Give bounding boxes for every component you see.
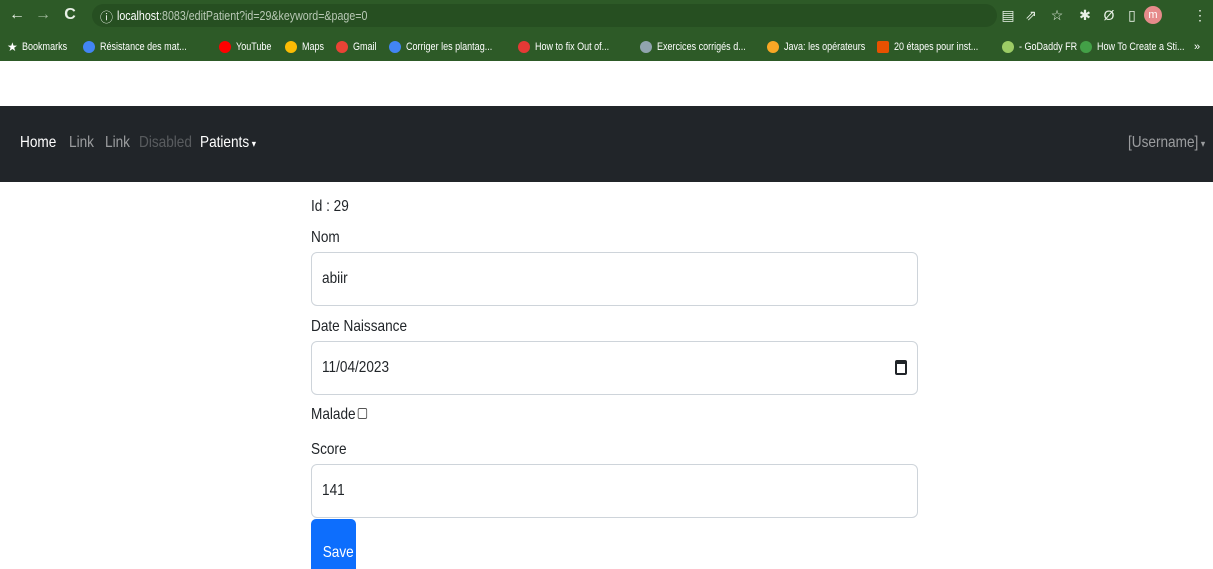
reload-icon[interactable]: C [60,5,80,25]
sidebar-icon[interactable]: ▯ [1124,7,1140,23]
address-row: ← → C ⓘ localhost:8083/editPatient?id=29… [0,0,1213,30]
score-label: Score [311,441,347,458]
youtube-icon [219,41,231,53]
username-label: [Username] [1128,134,1199,151]
bookmark-item[interactable]: Corriger les plantag... [389,39,511,55]
date-naissance-value: 11/04/2023 [322,359,390,376]
bookmark-label: - GoDaddy FR [1019,41,1078,53]
menu-icon[interactable]: ⋮ [1192,7,1208,23]
browser-toolbar: ← → C ⓘ localhost:8083/editPatient?id=29… [0,0,1213,61]
malade-checkbox[interactable] [358,408,368,419]
app-navbar: Home Link Link Disabled Patients ▾ [Usern… [0,106,1213,182]
bookmark-item[interactable]: Résistance des mat... [83,39,206,55]
maps-icon [285,41,297,53]
save-button[interactable]: Save [311,519,356,569]
date-naissance-label: Date Naissance [311,318,408,335]
star-icon[interactable]: ☆ [1049,7,1065,23]
bookmark-item[interactable]: Java: les opérateurs [767,39,883,55]
google-icon [389,41,401,53]
bookmark-item[interactable]: How To Create a Sti... [1080,39,1204,55]
malade-field: Malade [311,406,368,424]
nav-link-home[interactable]: Home [20,134,56,152]
bookmark-label: Résistance des mat... [100,41,187,53]
bookmark-label: 20 étapes pour inst... [894,41,979,53]
site-icon [767,41,779,53]
extensions-icon[interactable]: ✱ [1077,7,1093,23]
extension-icon[interactable]: Ø [1101,7,1117,23]
bookmark-label: Maps [302,41,325,53]
bookmark-item[interactable]: Maps [285,39,329,55]
address-bar[interactable]: ⓘ localhost:8083/editPatient?id=29&keywo… [92,4,997,27]
more-bookmarks-button[interactable]: » [1194,39,1200,55]
nav-link-link-2[interactable]: Link [105,134,130,152]
bookmarks-bar: ★ Bookmarks Résistance des mat... YouTube… [0,35,1213,57]
bookmark-item[interactable]: 20 étapes pour inst... [877,39,997,55]
url-host: localhost [117,8,160,23]
nom-label: Nom [311,229,340,246]
bookmark-label: Java: les opérateurs [784,41,866,53]
bookmark-item[interactable]: Exercices corrigés d... [640,39,765,55]
gmail-icon [336,41,348,53]
star-icon: ★ [7,40,18,54]
nom-value: abiir [322,270,348,287]
save-button-label: Save [322,544,354,561]
chevron-down-icon: ▾ [1200,139,1206,150]
share-icon[interactable]: ⇗ [1023,7,1039,23]
nav-link-disabled: Disabled [139,134,192,151]
bookmark-item[interactable]: Gmail [336,39,382,55]
nom-input[interactable]: abiir [311,252,918,306]
translate-icon[interactable]: ▤ [1000,7,1016,23]
site-icon [640,41,652,53]
bookmark-item[interactable]: How to fix Out of... [518,39,625,55]
back-arrow-icon[interactable]: ← [7,5,27,25]
url-text[interactable]: localhost:8083/editPatient?id=29&keyword… [117,8,367,23]
bookmark-label: Bookmarks [21,41,67,53]
nav-dropdown-label: Patients [200,134,250,151]
calendar-icon[interactable] [895,360,907,375]
bookmark-label: Gmail [353,41,377,53]
forward-arrow-icon[interactable]: → [33,5,53,25]
godaddy-icon [1002,41,1014,53]
score-input[interactable]: 141 [311,464,918,518]
bookmark-item[interactable]: ★ Bookmarks [7,39,77,55]
avatar[interactable]: m [1144,6,1162,24]
bookmark-label: How to fix Out of... [535,41,610,53]
nav-link-link-1[interactable]: Link [69,134,94,152]
date-naissance-input[interactable]: 11/04/2023 [311,341,918,395]
bookmark-item[interactable]: YouTube [219,39,279,55]
site-icon [877,41,889,53]
info-icon[interactable]: ⓘ [100,7,113,26]
bookmark-label: YouTube [236,41,272,53]
google-icon [83,41,95,53]
bookmark-item[interactable]: - GoDaddy FR [1002,39,1090,55]
malade-label: Malade [311,406,356,423]
bookmark-label: Corriger les plantag... [406,41,493,53]
nav-dropdown-patients[interactable]: Patients ▾ [200,134,256,152]
site-icon [1080,41,1092,53]
score-value: 141 [322,482,345,499]
url-path: :8083/editPatient?id=29&keyword=&page=0 [159,8,368,23]
chevron-down-icon: ▾ [251,139,256,150]
bookmark-label: Exercices corrigés d... [657,41,746,53]
user-dropdown[interactable]: [Username] ▾ [1128,134,1205,152]
site-icon [518,41,530,53]
bookmark-label: How To Create a Sti... [1097,41,1185,53]
patient-id-label: Id : 29 [311,198,349,215]
